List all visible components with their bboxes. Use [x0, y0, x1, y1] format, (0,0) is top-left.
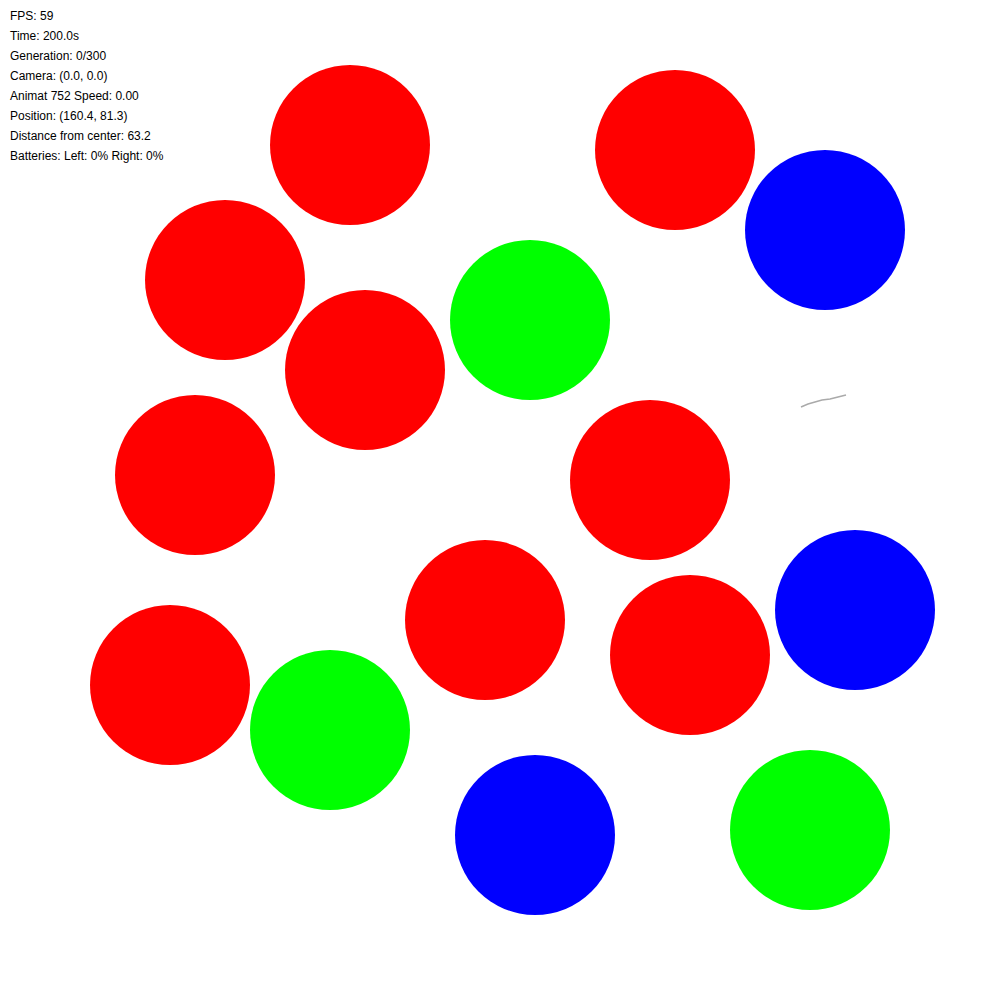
- hud-line: Time: 200.0s: [10, 26, 163, 46]
- food-object: [145, 200, 305, 360]
- food-object: [450, 240, 610, 400]
- simulation-canvas: FPS: 59Time: 200.0sGeneration: 0/300Came…: [0, 0, 1000, 1000]
- food-object: [250, 650, 410, 810]
- hud-line: Position: (160.4, 81.3): [10, 106, 163, 126]
- food-object: [405, 540, 565, 700]
- food-object: [570, 400, 730, 560]
- hud-line: Camera: (0.0, 0.0): [10, 66, 163, 86]
- food-object: [610, 575, 770, 735]
- food-object: [455, 755, 615, 915]
- hud-line: FPS: 59: [10, 6, 163, 26]
- food-object: [115, 395, 275, 555]
- hud-line: Generation: 0/300: [10, 46, 163, 66]
- food-object: [730, 750, 890, 910]
- food-object: [90, 605, 250, 765]
- hud-panel: FPS: 59Time: 200.0sGeneration: 0/300Came…: [10, 6, 163, 166]
- food-object: [595, 70, 755, 230]
- food-object: [285, 290, 445, 450]
- hud-line: Animat 752 Speed: 0.00: [10, 86, 163, 106]
- hud-line: Batteries: Left: 0% Right: 0%: [10, 146, 163, 166]
- food-object: [745, 150, 905, 310]
- food-object: [775, 530, 935, 690]
- food-object: [270, 65, 430, 225]
- hud-line: Distance from center: 63.2: [10, 126, 163, 146]
